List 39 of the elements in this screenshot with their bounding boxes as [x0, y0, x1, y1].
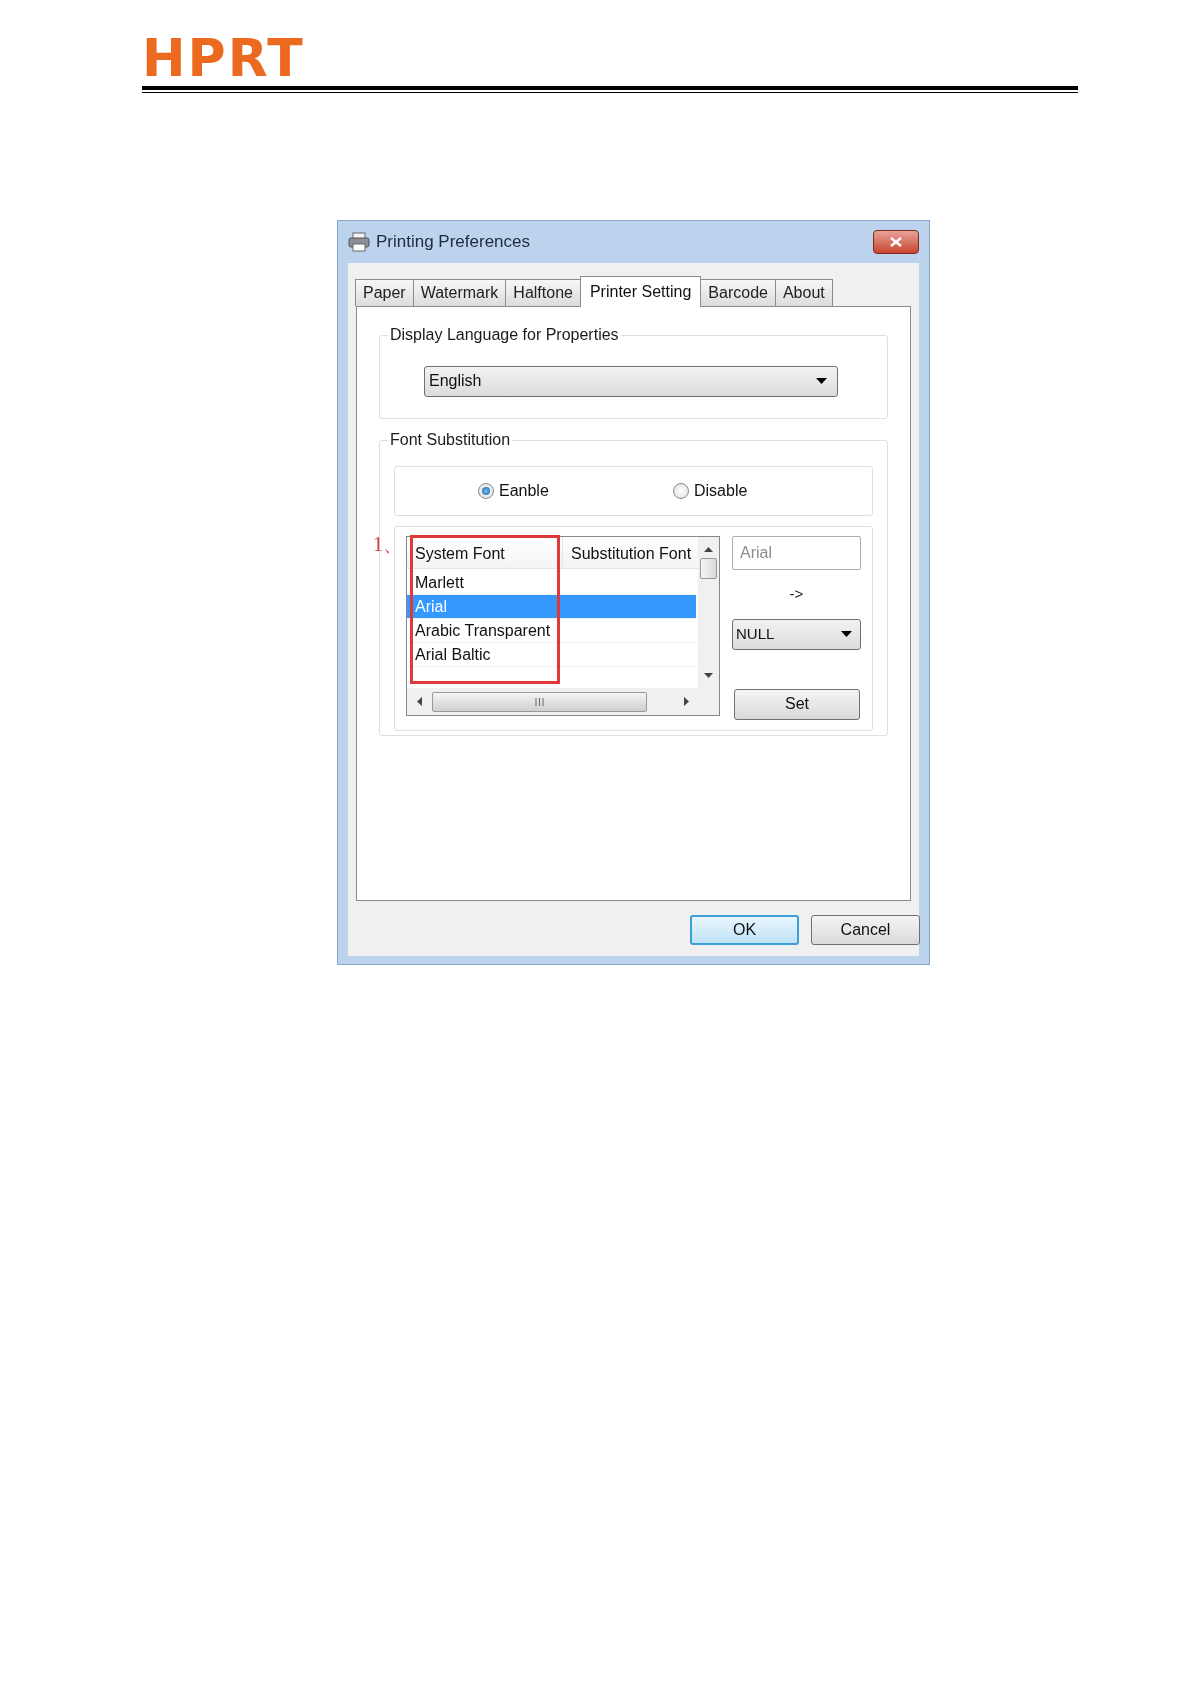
column-header[interactable]: Substitution Font [563, 537, 698, 568]
printer-icon [348, 232, 370, 252]
up-arrow-icon [704, 547, 713, 552]
caret-icon [841, 631, 852, 637]
language-dropdown[interactable]: English [424, 365, 838, 397]
list-row[interactable]: Arial Baltic [407, 643, 698, 667]
scroll-thumb[interactable] [432, 691, 647, 712]
tab[interactable]: Barcode [700, 279, 776, 306]
horizontal-scrollbar[interactable] [407, 688, 719, 715]
close-button[interactable] [873, 230, 919, 254]
input-field[interactable]: Arial [732, 536, 861, 570]
radio-button[interactable] [673, 483, 689, 499]
tab[interactable]: Watermark [412, 279, 507, 306]
window-title: Printing Preferences [376, 231, 531, 254]
right-arrow-icon [684, 697, 689, 706]
annotation-label: 1、 [373, 533, 403, 555]
ok-button[interactable]: OK [690, 915, 799, 945]
list-row[interactable]: Arabic Transparent [407, 619, 698, 643]
vertical-scrollbar[interactable] [698, 537, 719, 688]
column-header[interactable]: System Font [407, 537, 563, 568]
tab[interactable]: Halftone [505, 279, 581, 306]
arrow-label: -> [789, 584, 804, 604]
cancel-button[interactable]: Cancel [811, 915, 920, 945]
tab[interactable]: Printer Setting [579, 276, 702, 307]
substitute-dropdown[interactable]: NULL [732, 618, 861, 650]
radio-button[interactable] [478, 483, 494, 499]
radio-label: Eanble [499, 481, 549, 501]
set-button[interactable]: Set [734, 688, 860, 720]
close-icon [890, 237, 902, 247]
caret-icon [816, 378, 827, 384]
radio-label: Disable [694, 481, 748, 501]
left-arrow-icon [417, 697, 422, 706]
tab[interactable]: Paper [355, 279, 414, 306]
tab[interactable]: About [774, 279, 833, 306]
scroll-thumb[interactable] [700, 558, 717, 579]
group-label: Display Language for Properties [388, 325, 621, 345]
grip-icon [535, 697, 544, 706]
down-arrow-icon [704, 673, 713, 678]
logo: HPRT [142, 36, 305, 80]
